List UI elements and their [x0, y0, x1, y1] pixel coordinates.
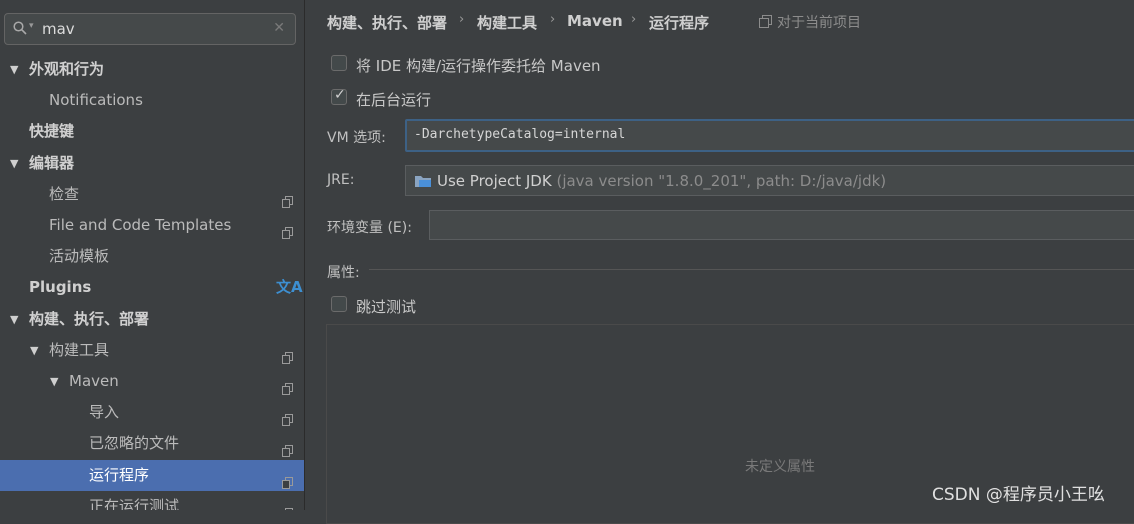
- sidebar-item-plugins[interactable]: Plugins 文A: [0, 272, 304, 303]
- env-vars-label: 环境变量 (E):: [327, 220, 412, 236]
- project-settings-icon: [282, 344, 293, 364]
- jre-detail: (java version "1.8.0_201", path: D:/java…: [551, 172, 887, 190]
- sidebar-item-label: Maven: [69, 372, 119, 390]
- sidebar-item-maven[interactable]: ▼ Maven: [0, 366, 304, 397]
- expand-arrow-icon[interactable]: ▼: [10, 54, 18, 85]
- project-settings-icon: [282, 188, 293, 208]
- sidebar-item-inspections[interactable]: 检查: [0, 179, 304, 210]
- breadcrumb-build-tools[interactable]: 构建工具: [477, 12, 537, 33]
- settings-sidebar: ▾ ✕ ▼ 外观和行为 Notifications 快捷键 ▼ 编辑器检查 File and…: [0, 0, 305, 510]
- sidebar-item-label: 导入: [89, 403, 120, 422]
- breadcrumb-separator: ›: [459, 12, 465, 27]
- jdk-folder-icon: [415, 176, 431, 187]
- expand-arrow-icon[interactable]: ▼: [30, 335, 38, 366]
- sidebar-item-running-tests[interactable]: 正在运行测试: [0, 491, 304, 510]
- project-scope-icon: [759, 15, 772, 28]
- settings-search[interactable]: ▾ ✕: [4, 13, 296, 45]
- sidebar-item-label: Notifications: [49, 91, 143, 110]
- search-options-chevron-icon[interactable]: ▾: [29, 21, 34, 31]
- vm-options-input[interactable]: -DarchetypeCatalog=internal: [405, 119, 1134, 152]
- sidebar-item-keymap[interactable]: 快捷键: [0, 116, 304, 147]
- project-settings-icon: [282, 406, 293, 427]
- jre-select[interactable]: Use Project JDK (java version "1.8.0_201…: [405, 165, 1134, 196]
- breadcrumb-maven[interactable]: Maven: [567, 12, 623, 30]
- sidebar-item-label: File and Code Templates: [49, 216, 232, 234]
- project-settings-icon: [282, 469, 293, 489]
- vm-options-label: VM 选项:: [327, 130, 386, 146]
- breadcrumb-separator: ›: [631, 12, 637, 27]
- sidebar-item-label: 构建工具: [49, 340, 110, 359]
- settings-content: 构建、执行、部署 › 构建工具 › Maven › 运行程序 对于当前项目 将 …: [305, 0, 1134, 524]
- properties-label: 属性:: [327, 265, 360, 281]
- sidebar-item-label: 编辑器: [29, 153, 75, 172]
- search-input[interactable]: [42, 19, 262, 39]
- properties-empty-text: 未定义属性: [745, 459, 815, 475]
- skip-tests-checkbox[interactable]: [331, 296, 347, 312]
- breadcrumb-separator: ›: [550, 12, 556, 27]
- project-settings-icon: [282, 219, 293, 239]
- sidebar-item-label: 运行程序: [89, 465, 150, 484]
- delegate-to-maven-label[interactable]: 将 IDE 构建/运行操作委托给 Maven: [356, 55, 601, 76]
- csdn-watermark: CSDN @程序员小王吆: [932, 485, 1105, 505]
- sidebar-item-label: Plugins: [29, 278, 92, 297]
- translate-icon: 文A: [276, 278, 303, 297]
- sidebar-item-file-templates[interactable]: File and Code Templates: [0, 210, 304, 241]
- sidebar-item-label: 活动模板: [49, 247, 110, 266]
- sidebar-item-label: 检查: [49, 184, 80, 203]
- breadcrumb-runner: 运行程序: [649, 14, 710, 32]
- search-icon: [13, 21, 27, 35]
- sidebar-item-label: 外观和行为: [29, 60, 105, 78]
- run-in-background-label[interactable]: 在后台运行: [356, 89, 431, 110]
- clear-search-icon[interactable]: ✕: [273, 20, 285, 36]
- sidebar-item-notifications[interactable]: Notifications: [0, 85, 304, 116]
- sidebar-item-label: 快捷键: [29, 122, 75, 141]
- sidebar-item-importing[interactable]: 导入: [0, 397, 304, 428]
- project-settings-icon: [282, 375, 293, 395]
- sidebar-item-label: 构建、执行、部署: [29, 309, 150, 328]
- expand-arrow-icon[interactable]: ▼: [10, 304, 18, 335]
- jre-value: Use Project JDK: [437, 172, 552, 190]
- sidebar-item-runner[interactable]: 运行程序: [0, 459, 304, 491]
- checkmark-icon: ✓: [334, 87, 346, 103]
- sidebar-item-live-templates[interactable]: 活动模板: [0, 241, 304, 272]
- expand-arrow-icon[interactable]: ▼: [50, 366, 58, 397]
- delegate-to-maven-checkbox[interactable]: [331, 55, 347, 71]
- project-scope-label: 对于当前项目: [777, 15, 861, 31]
- run-in-background-checkbox[interactable]: ✓: [331, 87, 347, 105]
- breadcrumb-build[interactable]: 构建、执行、部署: [327, 12, 447, 33]
- sidebar-item-ignored-files[interactable]: 已忽略的文件: [0, 428, 304, 459]
- sidebar-item-label: 正在运行测试: [89, 496, 180, 510]
- skip-tests-label[interactable]: 跳过测试: [356, 296, 416, 317]
- vm-options-value: -DarchetypeCatalog=internal: [414, 127, 626, 142]
- sidebar-item-appearance[interactable]: ▼ 外观和行为: [0, 54, 304, 85]
- sidebar-item-editor[interactable]: ▼ 编辑器: [0, 148, 304, 179]
- sidebar-item-label: 已忽略的文件: [89, 434, 180, 453]
- env-vars-input[interactable]: [429, 210, 1134, 240]
- project-settings-icon: [282, 500, 293, 510]
- project-settings-icon: [282, 437, 293, 458]
- expand-arrow-icon[interactable]: ▼: [10, 148, 18, 179]
- properties-divider: [369, 269, 1134, 270]
- sidebar-item-build-tools[interactable]: ▼ 构建工具: [0, 335, 304, 366]
- jre-label: JRE:: [327, 172, 355, 188]
- sidebar-item-build[interactable]: ▼ 构建、执行、部署: [0, 304, 304, 335]
